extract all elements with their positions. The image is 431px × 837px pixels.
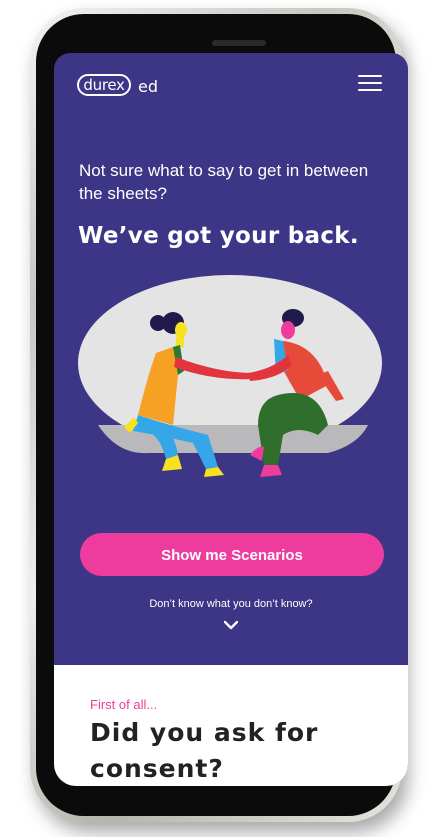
section-title: Did you ask for consent?: [90, 718, 319, 783]
hero-headline: We’ve got your back.: [78, 223, 359, 249]
phone-speaker: [212, 40, 266, 46]
scroll-hint: Don’t know what you don’t know?: [149, 598, 313, 610]
hero-intro: Not sure what to say to get in between t…: [79, 161, 369, 203]
logo-suffix: ed: [138, 77, 158, 96]
section-eyebrow: First of all...: [90, 697, 158, 712]
app-screen: durex ed Not sure what to say to get in …: [54, 53, 408, 786]
chevron-down-icon[interactable]: [224, 620, 238, 630]
show-scenarios-button[interactable]: Show me Scenarios: [80, 533, 384, 576]
navbar: durex ed: [54, 53, 408, 115]
consent-section: First of all... Did you ask for consent?: [54, 665, 408, 786]
couple-illustration: [78, 275, 382, 477]
menu-icon[interactable]: [358, 75, 384, 93]
durex-logo[interactable]: durex: [77, 74, 131, 96]
